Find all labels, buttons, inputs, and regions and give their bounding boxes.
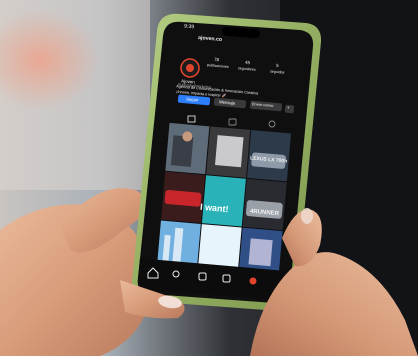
avatar-logo: [186, 64, 194, 72]
grid-tile[interactable]: [201, 175, 246, 227]
profile-icon[interactable]: [249, 277, 257, 285]
more-button[interactable]: [284, 104, 295, 114]
right-thumbnail: [301, 208, 313, 224]
phone: [131, 13, 322, 312]
post-grid: [156, 122, 292, 279]
photo-scene: [0, 0, 418, 356]
background-window-light: [0, 0, 150, 190]
